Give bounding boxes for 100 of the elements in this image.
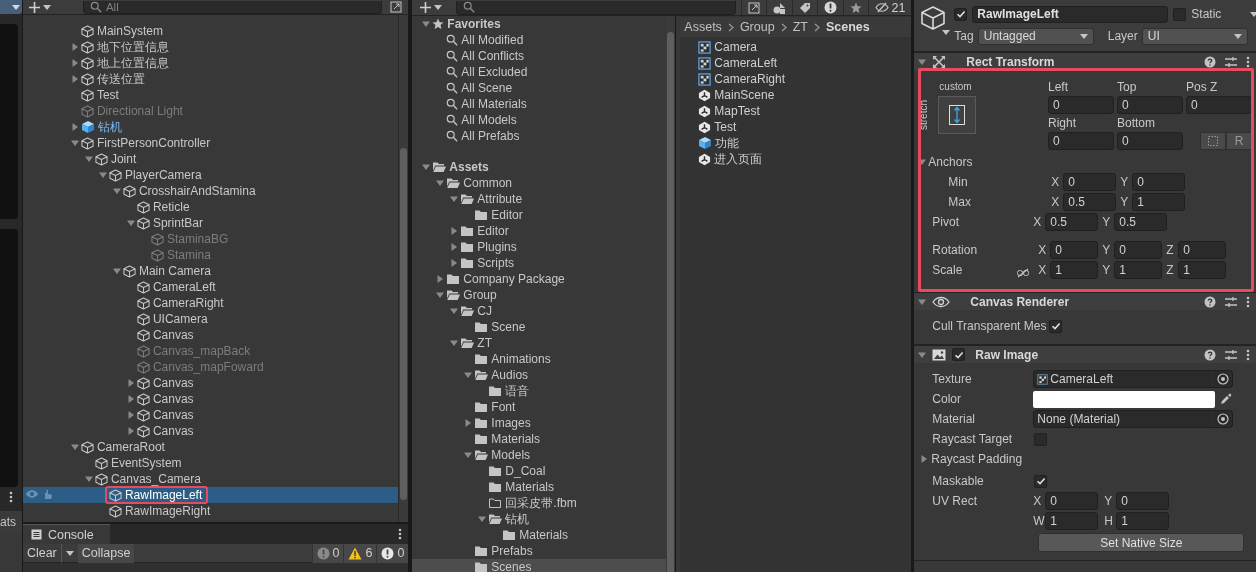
hierarchy-item[interactable]: CameraLeft <box>22 279 399 295</box>
disclosure-arrow-icon[interactable] <box>126 379 135 387</box>
hierarchy-item[interactable]: CrosshairAndStamina <box>22 183 399 199</box>
number-field[interactable]: 0 <box>1045 492 1099 510</box>
hierarchy-item[interactable]: PlayerCamera <box>22 167 399 183</box>
disclosure-arrow-icon[interactable] <box>450 259 459 267</box>
project-tree-item[interactable]: Models <box>412 447 667 463</box>
disclosure-arrow-icon[interactable] <box>112 267 121 275</box>
disclosure-arrow-icon[interactable] <box>70 75 79 83</box>
disclosure-arrow-icon[interactable] <box>126 395 135 403</box>
object-field[interactable]: CameraLeft <box>1033 370 1234 388</box>
number-field[interactable]: 0 <box>1132 173 1186 191</box>
project-tree-item[interactable]: All Conflicts <box>412 48 667 64</box>
project-tree-item[interactable]: ZT <box>412 335 667 351</box>
disclosure-arrow-icon[interactable] <box>450 227 459 235</box>
project-tree-item[interactable]: Scene <box>412 319 667 335</box>
disclosure-arrow-icon[interactable] <box>98 171 107 179</box>
disclosure-arrow-icon[interactable] <box>450 307 459 315</box>
hierarchy-item[interactable]: Canvas <box>22 391 399 407</box>
anchors-foldout[interactable]: Anchors <box>914 155 973 169</box>
disclosure-arrow-icon[interactable] <box>450 339 459 347</box>
project-tree-item[interactable]: Editor <box>412 207 667 223</box>
project-tree-item[interactable]: Editor <box>412 223 667 239</box>
checkbox[interactable] <box>1034 432 1048 446</box>
disclosure-arrow-icon[interactable] <box>436 179 445 187</box>
number-field[interactable]: 0.5 <box>1114 213 1168 231</box>
project-tree-item[interactable]: All Materials <box>412 96 667 112</box>
color-swatch[interactable] <box>1033 390 1216 408</box>
disclosure-arrow-icon[interactable] <box>920 455 929 463</box>
hierarchy-item[interactable]: CameraRight <box>22 295 399 311</box>
object-picker-icon[interactable] <box>1216 413 1229 425</box>
hierarchy-item[interactable]: RawImageLeft <box>22 487 399 503</box>
maximize-icon[interactable] <box>748 1 761 14</box>
number-field[interactable]: 1 <box>1178 261 1227 279</box>
disclosure-arrow-icon[interactable] <box>126 427 135 435</box>
number-field[interactable]: 0 <box>1050 241 1099 259</box>
disclosure-arrow-icon[interactable] <box>918 297 927 306</box>
object-picker-icon[interactable] <box>1216 373 1229 385</box>
checkbox[interactable] <box>954 7 968 21</box>
asset-item[interactable]: 功能 <box>698 135 912 151</box>
more-options-icon[interactable] <box>398 528 403 540</box>
project-tree-item[interactable]: Group <box>412 287 667 303</box>
hierarchy-item[interactable]: Canvas_Camera <box>22 471 399 487</box>
breadcrumb-item[interactable]: Scenes <box>825 20 870 34</box>
breadcrumb-item[interactable]: Assets <box>684 20 722 34</box>
number-field[interactable]: 0.5 <box>1063 193 1117 211</box>
number-field[interactable]: 0 <box>1178 241 1227 259</box>
disclosure-arrow-icon[interactable] <box>464 451 473 459</box>
breadcrumb-item[interactable]: Group <box>739 20 775 34</box>
disclosure-arrow-icon[interactable] <box>126 219 135 227</box>
more-options-icon[interactable] <box>1246 55 1250 68</box>
foldout-label[interactable]: Raycast Padding <box>914 452 1023 466</box>
project-tree-item[interactable]: All Excluded <box>412 64 667 80</box>
dropdown[interactable] <box>0 0 22 14</box>
disclosure-arrow-icon[interactable] <box>70 139 79 147</box>
add-button[interactable] <box>420 0 443 15</box>
project-tree-item[interactable]: Attribute <box>412 191 667 207</box>
breadcrumb-item[interactable]: ZT <box>792 20 808 34</box>
project-tree-item[interactable]: Favorites <box>412 16 667 32</box>
number-field[interactable]: 0 <box>1048 96 1114 114</box>
project-tree-item[interactable]: D_Coal <box>412 463 667 479</box>
project-tree-item[interactable]: Materials <box>412 431 667 447</box>
project-tree-item[interactable]: Font <box>412 399 667 415</box>
add-button[interactable] <box>28 0 51 14</box>
project-tree-item[interactable]: Animations <box>412 351 667 367</box>
anchor-preset-button[interactable] <box>938 96 977 134</box>
number-field[interactable]: 1 <box>1132 193 1186 211</box>
presets-icon[interactable] <box>1225 348 1237 361</box>
project-tree-item[interactable]: 回采皮带.fbm <box>412 495 667 511</box>
hierarchy-item[interactable]: Main Camera <box>22 263 399 279</box>
hierarchy-item[interactable]: CameraRoot <box>22 439 399 455</box>
number-field[interactable]: 1 <box>1116 512 1170 530</box>
project-tree-item[interactable]: All Scene <box>412 80 667 96</box>
number-field[interactable]: 1 <box>1114 261 1163 279</box>
help-icon[interactable] <box>1204 348 1216 361</box>
object-field[interactable]: None (Material) <box>1033 410 1234 428</box>
hierarchy-item[interactable]: SprintBar <box>22 215 399 231</box>
name-field[interactable]: RawImageLeft <box>972 5 1169 23</box>
disclosure-arrow-icon[interactable] <box>126 411 135 419</box>
checkbox[interactable] <box>1034 474 1048 488</box>
eyedropper-icon[interactable] <box>1220 393 1233 405</box>
project-tree-item[interactable]: Materials <box>412 527 667 543</box>
disclosure-arrow-icon[interactable] <box>84 475 93 483</box>
disclosure-arrow-icon[interactable] <box>70 443 79 451</box>
hierarchy-item[interactable]: EventSystem <box>22 455 399 471</box>
hierarchy-item[interactable]: Canvas <box>22 423 399 439</box>
project-tree-item[interactable]: Audios <box>412 367 667 383</box>
hierarchy-item[interactable]: Canvas <box>22 407 399 423</box>
disclosure-arrow-icon[interactable] <box>436 291 445 299</box>
asset-item[interactable]: Camera <box>698 39 912 55</box>
disclosure-arrow-icon[interactable] <box>422 163 431 171</box>
project-tree-item[interactable]: All Models <box>412 112 667 128</box>
disclosure-arrow-icon[interactable] <box>112 187 121 195</box>
disclosure-arrow-icon[interactable] <box>478 515 487 523</box>
disclosure-arrow-icon[interactable] <box>70 123 79 131</box>
presets-icon[interactable] <box>1225 295 1237 308</box>
hierarchy-item[interactable]: RawImageRight <box>22 503 399 519</box>
disclosure-arrow-icon[interactable] <box>436 275 445 283</box>
panel-tab[interactable]: ats <box>0 511 22 533</box>
checkbox[interactable] <box>1173 7 1187 21</box>
